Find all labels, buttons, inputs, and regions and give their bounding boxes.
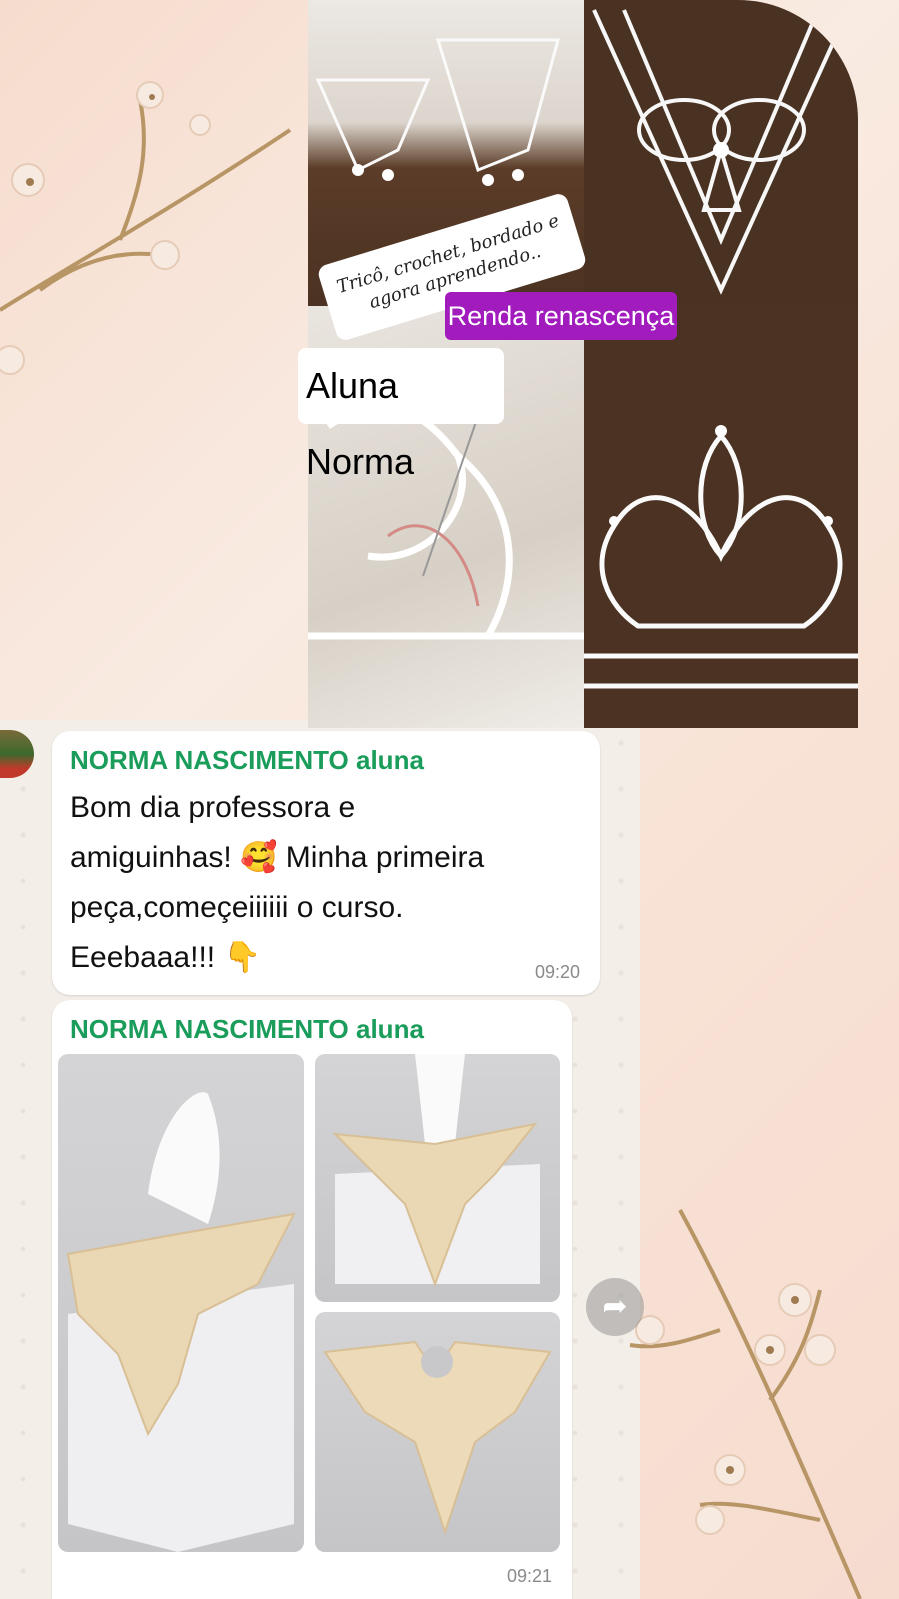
branch-decoration-top (0, 81, 292, 375)
sender-name[interactable]: NORMA NASCIMENTO aluna (70, 745, 424, 776)
message-text: Bom dia professora e amiguinhas! 🥰 Minha… (70, 791, 485, 974)
renda-renascenca-tag: Renda renascença (445, 292, 677, 340)
sender-name[interactable]: NORMA NASCIMENTO aluna (70, 1014, 424, 1045)
lace-photo-bottom-right (584, 306, 858, 728)
photo-napkin-lace-1[interactable] (58, 1054, 304, 1552)
message-bubble-photos[interactable]: NORMA NASCIMENTO aluna 09:21 (52, 1000, 572, 1599)
aluna-name-tag: Aluna Norma (298, 348, 504, 482)
branch-decoration-bottom (629, 1209, 862, 1599)
message-timestamp: 09:20 (534, 962, 580, 982)
photo-lace-piece[interactable] (315, 1312, 560, 1552)
lace-photo-top-right (584, 0, 858, 306)
message-bubble-text[interactable]: NORMA NASCIMENTO aluna Bom dia professor… (52, 731, 600, 995)
forward-arrow-icon[interactable]: ➦ (586, 1278, 644, 1336)
message-timestamp: 09:21 (506, 1566, 552, 1586)
photo-napkin-lace-2[interactable] (315, 1054, 560, 1302)
